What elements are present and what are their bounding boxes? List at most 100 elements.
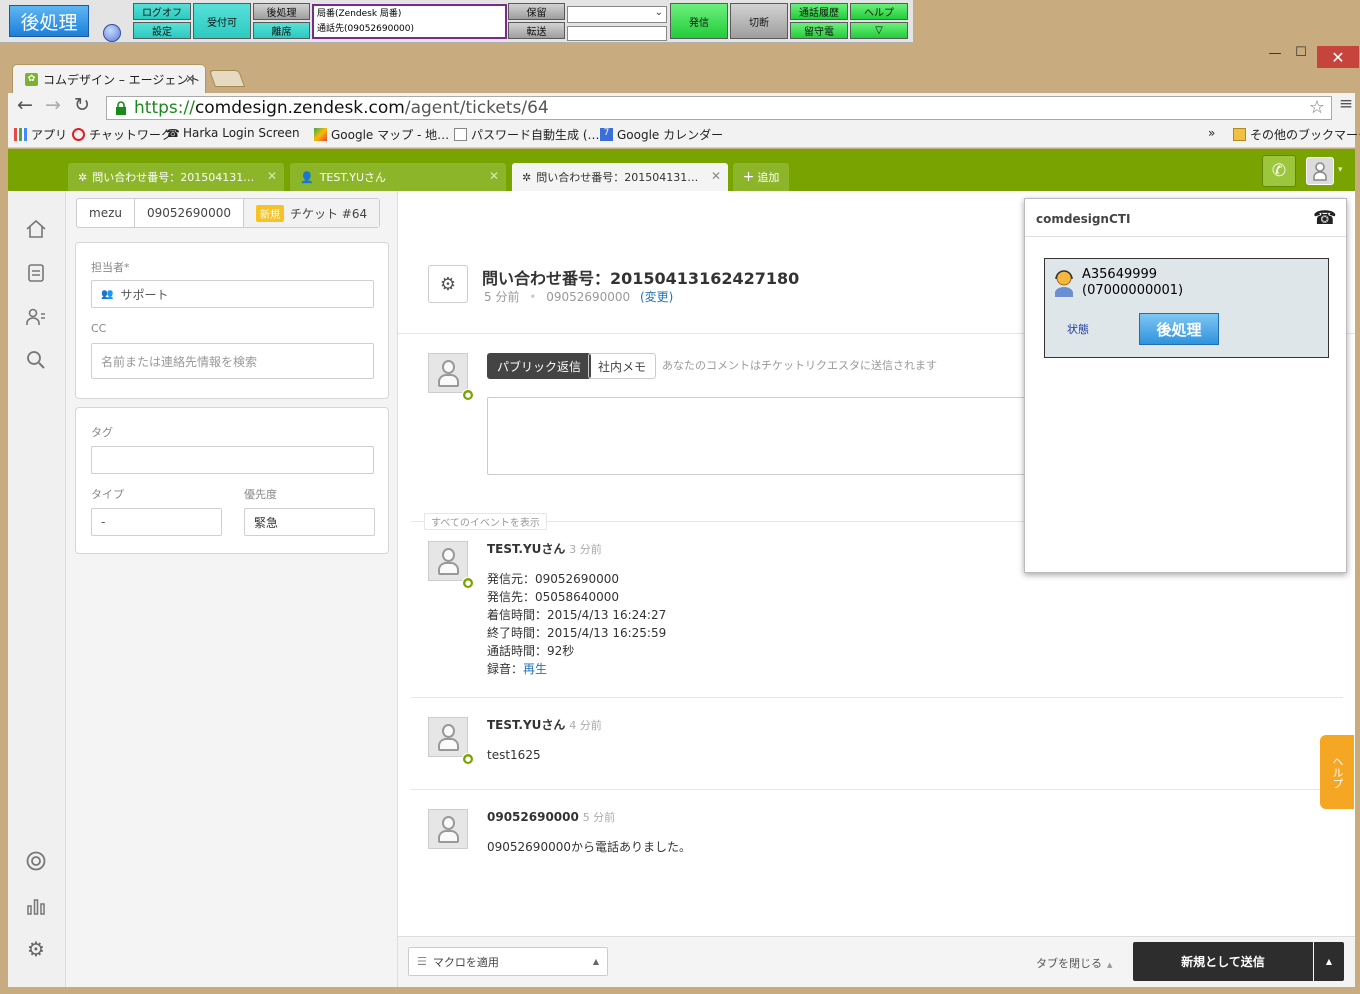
- back-arrow-icon[interactable]: ←: [12, 94, 38, 116]
- close-icon[interactable]: ✕: [489, 169, 499, 183]
- breadcrumb-ticket[interactable]: 新規 チケット #64: [243, 199, 380, 227]
- tags-input[interactable]: [91, 446, 374, 474]
- bookmark-label: Google マップ - 地…: [331, 128, 450, 142]
- chevron-down-icon[interactable]: ▾: [1338, 165, 1343, 175]
- breadcrumb-org[interactable]: mezu: [77, 199, 135, 227]
- ticket-gear-icon[interactable]: ⚙: [428, 265, 468, 303]
- more-button[interactable]: ▽: [850, 22, 908, 39]
- bookmark-calendar[interactable]: 7 Google カレンダー: [600, 126, 723, 143]
- logoff-button[interactable]: ログオフ: [133, 3, 191, 20]
- search-icon[interactable]: [24, 348, 48, 372]
- hangup-button[interactable]: 切断: [730, 3, 788, 39]
- views-icon[interactable]: [24, 261, 48, 285]
- event-line: 発信先：05058640000: [487, 590, 619, 604]
- new-tab-button[interactable]: [208, 70, 246, 87]
- settings-button[interactable]: 設定: [133, 22, 191, 39]
- address-bar[interactable]: https://comdesign.zendesk.com/agent/tick…: [106, 96, 1332, 120]
- play-recording-link[interactable]: 再生: [523, 662, 547, 676]
- cti-popup: comdesignCTI ☎ A35649999 (07000000001) 状…: [1024, 198, 1347, 573]
- bookmark-chatwork[interactable]: チャットワーク: [72, 126, 173, 143]
- macro-label: マクロを適用: [432, 955, 499, 969]
- browser-tab-active[interactable]: ✿ コムデザイン – エージェント ✕: [12, 64, 206, 93]
- away-button[interactable]: 離席: [253, 22, 310, 39]
- telephone-icon[interactable]: ☎: [1313, 207, 1337, 229]
- tab-user[interactable]: 👤 TEST.YUさん ✕: [290, 163, 506, 191]
- phone-icon: ☎: [166, 126, 180, 140]
- bookmark-google-maps[interactable]: Google マップ - 地…: [314, 126, 449, 143]
- bookmark-password[interactable]: パスワード自動生成 (…: [454, 126, 600, 143]
- help-center-icon[interactable]: [24, 849, 48, 873]
- event-author[interactable]: TEST.YUさん: [487, 542, 565, 556]
- internal-note-tab[interactable]: 社内メモ: [588, 353, 657, 379]
- ready-button[interactable]: 受付可: [193, 3, 251, 39]
- event-line: 録音：再生: [487, 660, 666, 678]
- cti-destination-select[interactable]: ⌄: [567, 6, 667, 23]
- event-author[interactable]: 09052690000: [487, 810, 579, 824]
- assignee-box: 担当者* 👥 サポート CC 名前または連絡先情報を検索: [75, 242, 389, 399]
- ticket-subject[interactable]: 問い合わせ番号：20150413162427180: [482, 265, 799, 289]
- close-icon[interactable]: ✕: [267, 169, 277, 183]
- reporting-icon[interactable]: [24, 894, 48, 918]
- voicemail-button[interactable]: 留守電: [790, 22, 848, 39]
- tab-ticket-1[interactable]: ✲ 問い合わせ番号：201504131… ✕: [68, 163, 284, 191]
- reload-icon[interactable]: ↻: [69, 94, 95, 116]
- cc-label: CC: [91, 322, 107, 335]
- cc-search-input[interactable]: 名前または連絡先情報を検索: [91, 343, 374, 379]
- cti-number-input[interactable]: [567, 26, 667, 41]
- show-all-events-link[interactable]: すべてのイベントを表示: [424, 513, 547, 530]
- dial-button[interactable]: 発信: [670, 3, 728, 39]
- breadcrumb-requester[interactable]: 09052690000: [135, 199, 244, 227]
- recording-label: 録音：: [487, 662, 524, 676]
- minimize-icon[interactable]: —: [1261, 46, 1289, 61]
- forward-arrow-icon[interactable]: →: [40, 94, 66, 116]
- more-bookmarks-button[interactable]: »: [1208, 126, 1215, 140]
- cti-wrapup-button[interactable]: 後処理: [1139, 313, 1219, 345]
- divider: [411, 697, 1343, 698]
- add-tab-button[interactable]: + 追加: [733, 163, 789, 191]
- close-tab-toggle[interactable]: タブを閉じる ▲: [1036, 955, 1112, 971]
- phone-icon[interactable]: ✆: [1262, 155, 1296, 187]
- agent-id: A35649999: [1082, 267, 1158, 282]
- close-icon[interactable]: ✕: [711, 169, 721, 183]
- star-icon[interactable]: ☆: [1309, 97, 1325, 119]
- divider: [1025, 236, 1346, 237]
- ticket-number: チケット #64: [289, 206, 368, 221]
- call-history-button[interactable]: 通話履歴: [790, 3, 848, 20]
- apply-macro-button[interactable]: ☰ マクロを適用 ▲: [408, 947, 608, 976]
- cti-agent-panel: A35649999 (07000000001) 状態 後処理: [1044, 258, 1329, 358]
- menu-icon[interactable]: ≡: [1333, 94, 1359, 114]
- change-requester-link[interactable]: (変更): [640, 290, 673, 304]
- priority-select[interactable]: 緊急: [244, 508, 375, 536]
- help-button[interactable]: ヘルプ: [850, 3, 908, 20]
- bookmark-harka[interactable]: ☎ Harka Login Screen: [166, 126, 300, 140]
- dot-separator: •: [529, 290, 537, 304]
- type-select[interactable]: -: [91, 508, 222, 536]
- globe-icon[interactable]: [103, 24, 121, 42]
- help-widget-tab[interactable]: ヘルプ: [1320, 735, 1354, 809]
- tab-ticket-active[interactable]: ✲ 問い合わせ番号：201504131… ✕: [512, 163, 728, 191]
- public-reply-tab[interactable]: パブリック返信: [487, 353, 592, 379]
- assignee-field[interactable]: 👥 サポート: [91, 280, 374, 308]
- maps-icon: [314, 128, 327, 141]
- maximize-icon[interactable]: ☐: [1287, 45, 1315, 60]
- customers-icon[interactable]: [24, 305, 48, 329]
- close-icon[interactable]: ✕: [185, 72, 195, 86]
- home-icon[interactable]: [24, 217, 48, 241]
- bookmark-apps[interactable]: アプリ: [14, 126, 67, 143]
- wrapup-state-button[interactable]: 後処理: [253, 3, 310, 20]
- transfer-button[interactable]: 転送: [508, 22, 565, 39]
- user-avatar-button[interactable]: [1306, 157, 1334, 185]
- submit-options-caret-icon[interactable]: ▲: [1314, 942, 1344, 981]
- comment-textarea[interactable]: [487, 397, 1047, 475]
- ticket-requester[interactable]: 09052690000: [546, 290, 630, 304]
- event-line: 着信時間：2015/4/13 16:24:27: [487, 608, 667, 622]
- other-bookmarks[interactable]: その他のブックマーク: [1233, 126, 1360, 143]
- submit-as-new-button[interactable]: 新規として送信: [1133, 942, 1313, 981]
- browser-toolbar: ← → ↻ https://comdesign.zendesk.com/agen…: [8, 93, 1355, 122]
- admin-gear-icon[interactable]: ⚙: [24, 937, 48, 961]
- agent-number: (07000000001): [1082, 283, 1184, 298]
- window-close-icon[interactable]: ✕: [1317, 46, 1359, 68]
- hold-button[interactable]: 保留: [508, 3, 565, 20]
- bookmark-label: Harka Login Screen: [183, 126, 300, 140]
- event-author[interactable]: TEST.YUさん: [487, 718, 565, 732]
